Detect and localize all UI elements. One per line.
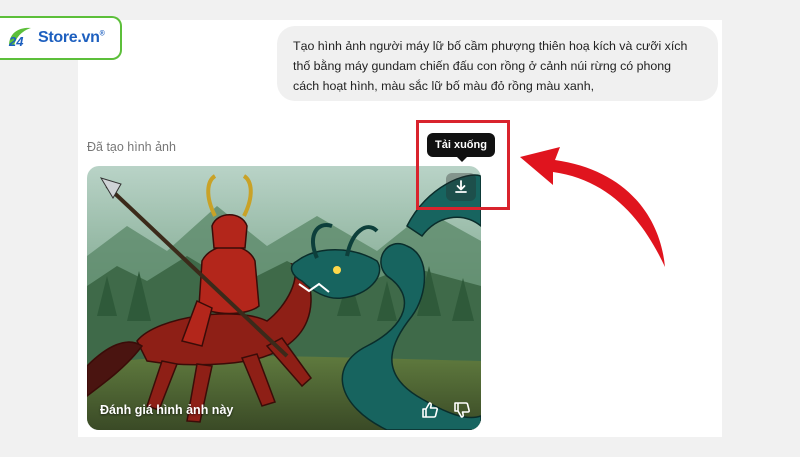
download-button[interactable]: [446, 173, 476, 201]
brand-logo: 24 Store.vn®: [0, 16, 122, 60]
download-tooltip: Tải xuống: [427, 133, 495, 162]
svg-text:24: 24: [8, 34, 24, 49]
prompt-line: thố bằng máy gundam chiến đấu con rồng ở…: [293, 59, 672, 73]
curved-arrow-icon: [520, 147, 665, 267]
rate-image-label: Đánh giá hình ảnh này: [100, 403, 234, 417]
prompt-line: Tạo hình ảnh người máy lữ bố cầm phượng …: [293, 39, 688, 53]
thumbs-down-icon: [454, 402, 470, 418]
logo-mark-icon: 24: [6, 24, 34, 52]
thumbs-up-icon: [422, 402, 438, 418]
thumbs-up-button[interactable]: [420, 400, 440, 420]
logo-text: Store.vn®: [38, 29, 105, 46]
user-prompt-bubble: Tạo hình ảnh người máy lữ bố cầm phượng …: [277, 26, 718, 101]
image-created-label: Đã tạo hình ảnh: [87, 140, 176, 154]
thumbs-down-button[interactable]: [452, 400, 472, 420]
download-icon: [455, 180, 467, 193]
prompt-line: cách hoạt hình, màu sắc lữ bố màu đỏ rồn…: [293, 79, 595, 93]
